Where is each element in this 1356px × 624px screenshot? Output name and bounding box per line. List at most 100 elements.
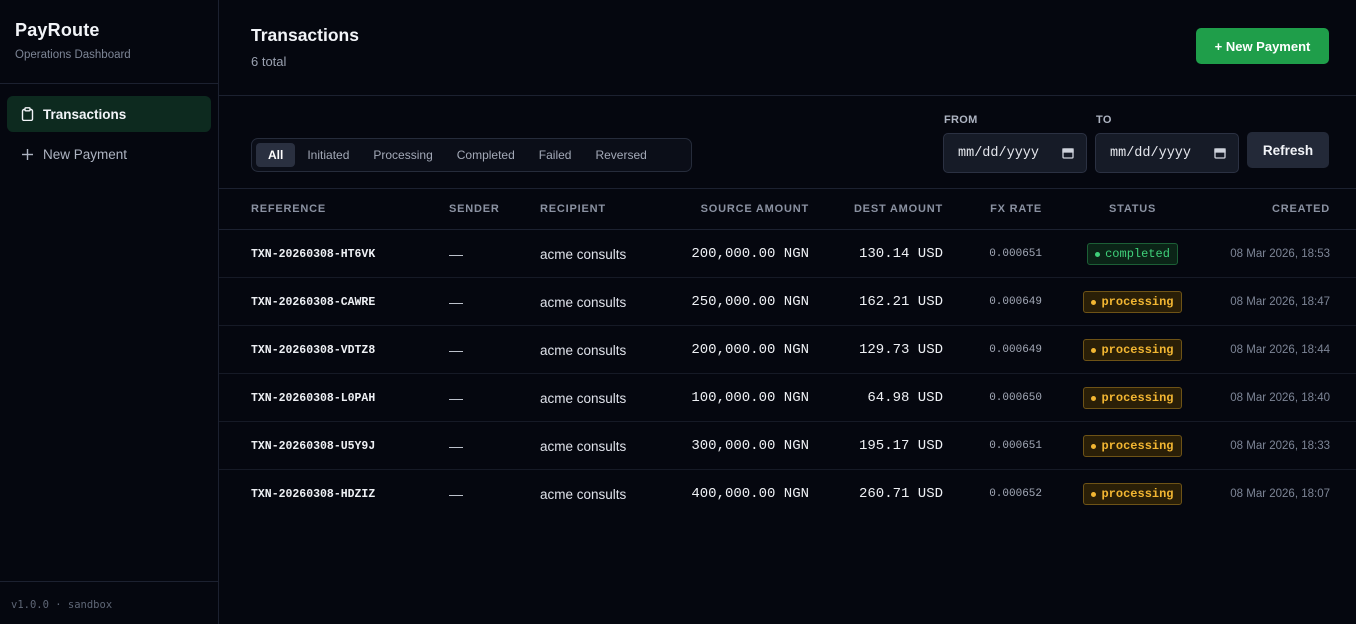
- created-cell: 08 Mar 2026, 18:40: [1230, 392, 1330, 404]
- sender-cell: —: [449, 342, 463, 358]
- fx-rate-cell: 0.000652: [989, 488, 1042, 500]
- refresh-button[interactable]: Refresh: [1247, 132, 1329, 168]
- sender-cell: —: [449, 246, 463, 262]
- to-date-group: TO mm/dd/yyyy: [1095, 114, 1239, 173]
- sidebar-item-label: Transactions: [43, 106, 127, 122]
- status-badge: processing: [1083, 387, 1182, 409]
- source-amount-cell: 400,000.00 NGN: [691, 486, 809, 502]
- table-row[interactable]: TXN-20260308-L0PAH — acme consults 100,000.…: [219, 374, 1356, 422]
- status-text: completed: [1105, 247, 1170, 261]
- sidebar: PayRoute Operations Dashboard Transactio…: [0, 0, 219, 624]
- status-text: processing: [1101, 439, 1174, 453]
- filter-toolbar: All Initiated Processing Completed Faile…: [219, 96, 1356, 189]
- fx-rate-cell: 0.000651: [989, 248, 1042, 260]
- column-header-status[interactable]: STATUS: [1109, 203, 1156, 215]
- status-badge: processing: [1083, 339, 1182, 361]
- page-header: Transactions 6 total + New Payment: [219, 0, 1356, 96]
- column-header-source-amount[interactable]: SOURCE AMOUNT: [701, 203, 809, 215]
- recipient-cell: acme consults: [540, 486, 627, 502]
- dest-amount-cell: 129.73 USD: [858, 342, 943, 358]
- created-cell: 08 Mar 2026, 18:44: [1230, 344, 1330, 356]
- transaction-reference[interactable]: TXN-20260308-HT6VK: [251, 230, 375, 278]
- status-text: processing: [1101, 343, 1174, 357]
- to-date-input[interactable]: mm/dd/yyyy: [1095, 133, 1239, 173]
- calendar-icon[interactable]: [1062, 147, 1074, 159]
- filter-tab-processing[interactable]: Processing: [361, 143, 444, 167]
- fx-rate-cell: 0.000650: [989, 392, 1042, 404]
- filter-tab-all[interactable]: All: [256, 143, 296, 167]
- source-amount-cell: 300,000.00 NGN: [691, 438, 809, 454]
- status-badge: processing: [1083, 435, 1182, 457]
- brand-name: PayRoute: [15, 20, 100, 40]
- created-cell: 08 Mar 2026, 18:53: [1230, 248, 1330, 260]
- new-payment-button[interactable]: + New Payment: [1196, 28, 1329, 64]
- table-row[interactable]: TXN-20260308-HDZIZ — acme consults 400,000.…: [219, 470, 1356, 518]
- transaction-reference[interactable]: TXN-20260308-VDTZ8: [251, 326, 375, 374]
- recipient-cell: acme consults: [540, 294, 627, 310]
- dest-amount-cell: 260.71 USD: [858, 486, 943, 502]
- sidebar-nav: Transactions New Payment: [0, 84, 218, 188]
- sidebar-item-transactions[interactable]: Transactions: [7, 96, 211, 132]
- table-row[interactable]: TXN-20260308-CAWRE — acme consults 250,000.…: [219, 278, 1356, 326]
- version-label: v1.0.0 · sandbox: [0, 581, 218, 624]
- status-dot-icon: [1091, 299, 1097, 305]
- filter-tab-completed[interactable]: Completed: [445, 143, 527, 167]
- dest-amount-cell: 195.17 USD: [858, 438, 943, 454]
- transactions-table: REFERENCE SENDER RECIPIENT SOURCE AMOUNT…: [219, 189, 1356, 518]
- from-date-group: FROM mm/dd/yyyy: [943, 114, 1087, 173]
- column-header-recipient[interactable]: RECIPIENT: [540, 203, 606, 215]
- column-header-reference[interactable]: REFERENCE: [251, 203, 326, 215]
- fx-rate-cell: 0.000651: [989, 440, 1042, 452]
- dest-amount-cell: 162.21 USD: [858, 294, 943, 310]
- created-cell: 08 Mar 2026, 18:07: [1230, 488, 1330, 500]
- page-title: Transactions: [251, 25, 359, 45]
- column-header-sender[interactable]: SENDER: [449, 203, 500, 215]
- status-dot-icon: [1091, 347, 1097, 353]
- status-cell: processing: [1063, 374, 1202, 422]
- table-row[interactable]: TXN-20260308-U5Y9J — acme consults 300,000.…: [219, 422, 1356, 470]
- from-date-placeholder: mm/dd/yyyy: [958, 145, 1040, 161]
- status-badge: completed: [1087, 243, 1178, 265]
- transaction-reference[interactable]: TXN-20260308-HDZIZ: [251, 470, 375, 518]
- transaction-reference[interactable]: TXN-20260308-L0PAH: [251, 374, 375, 422]
- calendar-icon[interactable]: [1214, 147, 1226, 159]
- status-cell: processing: [1063, 470, 1202, 518]
- transaction-reference[interactable]: TXN-20260308-U5Y9J: [251, 422, 375, 470]
- recipient-cell: acme consults: [540, 390, 627, 406]
- filter-tab-initiated[interactable]: Initiated: [295, 143, 361, 167]
- created-cell: 08 Mar 2026, 18:33: [1230, 440, 1330, 452]
- table-row[interactable]: TXN-20260308-HT6VK — acme consults 200,000.…: [219, 230, 1356, 278]
- status-cell: processing: [1063, 326, 1202, 374]
- table-header: REFERENCE SENDER RECIPIENT SOURCE AMOUNT…: [219, 189, 1356, 230]
- recipient-cell: acme consults: [540, 438, 627, 454]
- filter-tab-failed[interactable]: Failed: [527, 143, 584, 167]
- source-amount-cell: 250,000.00 NGN: [691, 294, 809, 310]
- to-date-label: TO: [1096, 114, 1112, 126]
- fx-rate-cell: 0.000649: [989, 296, 1042, 308]
- created-cell: 08 Mar 2026, 18:47: [1230, 296, 1330, 308]
- status-text: processing: [1101, 295, 1174, 309]
- column-header-created[interactable]: CREATED: [1272, 203, 1330, 215]
- status-dot-icon: [1091, 443, 1097, 449]
- status-cell: processing: [1063, 278, 1202, 326]
- clipboard-icon: [19, 106, 35, 122]
- sender-cell: —: [449, 438, 463, 454]
- status-dot-icon: [1091, 395, 1097, 401]
- table-row[interactable]: TXN-20260308-VDTZ8 — acme consults 200,000.…: [219, 326, 1356, 374]
- recipient-cell: acme consults: [540, 246, 627, 262]
- source-amount-cell: 200,000.00 NGN: [691, 246, 809, 262]
- brand: PayRoute Operations Dashboard: [0, 0, 218, 84]
- status-filter-tabs: All Initiated Processing Completed Faile…: [251, 138, 692, 172]
- table-body: TXN-20260308-HT6VK — acme consults 200,000.…: [219, 230, 1356, 518]
- brand-subtitle: Operations Dashboard: [15, 49, 131, 61]
- status-dot-icon: [1091, 491, 1097, 497]
- sidebar-item-new-payment[interactable]: New Payment: [7, 136, 211, 172]
- column-header-dest-amount[interactable]: DEST AMOUNT: [854, 203, 943, 215]
- recipient-cell: acme consults: [540, 342, 627, 358]
- column-header-fx-rate[interactable]: FX RATE: [990, 203, 1042, 215]
- transaction-reference[interactable]: TXN-20260308-CAWRE: [251, 278, 375, 326]
- source-amount-cell: 200,000.00 NGN: [691, 342, 809, 358]
- status-badge: processing: [1083, 483, 1182, 505]
- filter-tab-reversed[interactable]: Reversed: [583, 143, 658, 167]
- from-date-input[interactable]: mm/dd/yyyy: [943, 133, 1087, 173]
